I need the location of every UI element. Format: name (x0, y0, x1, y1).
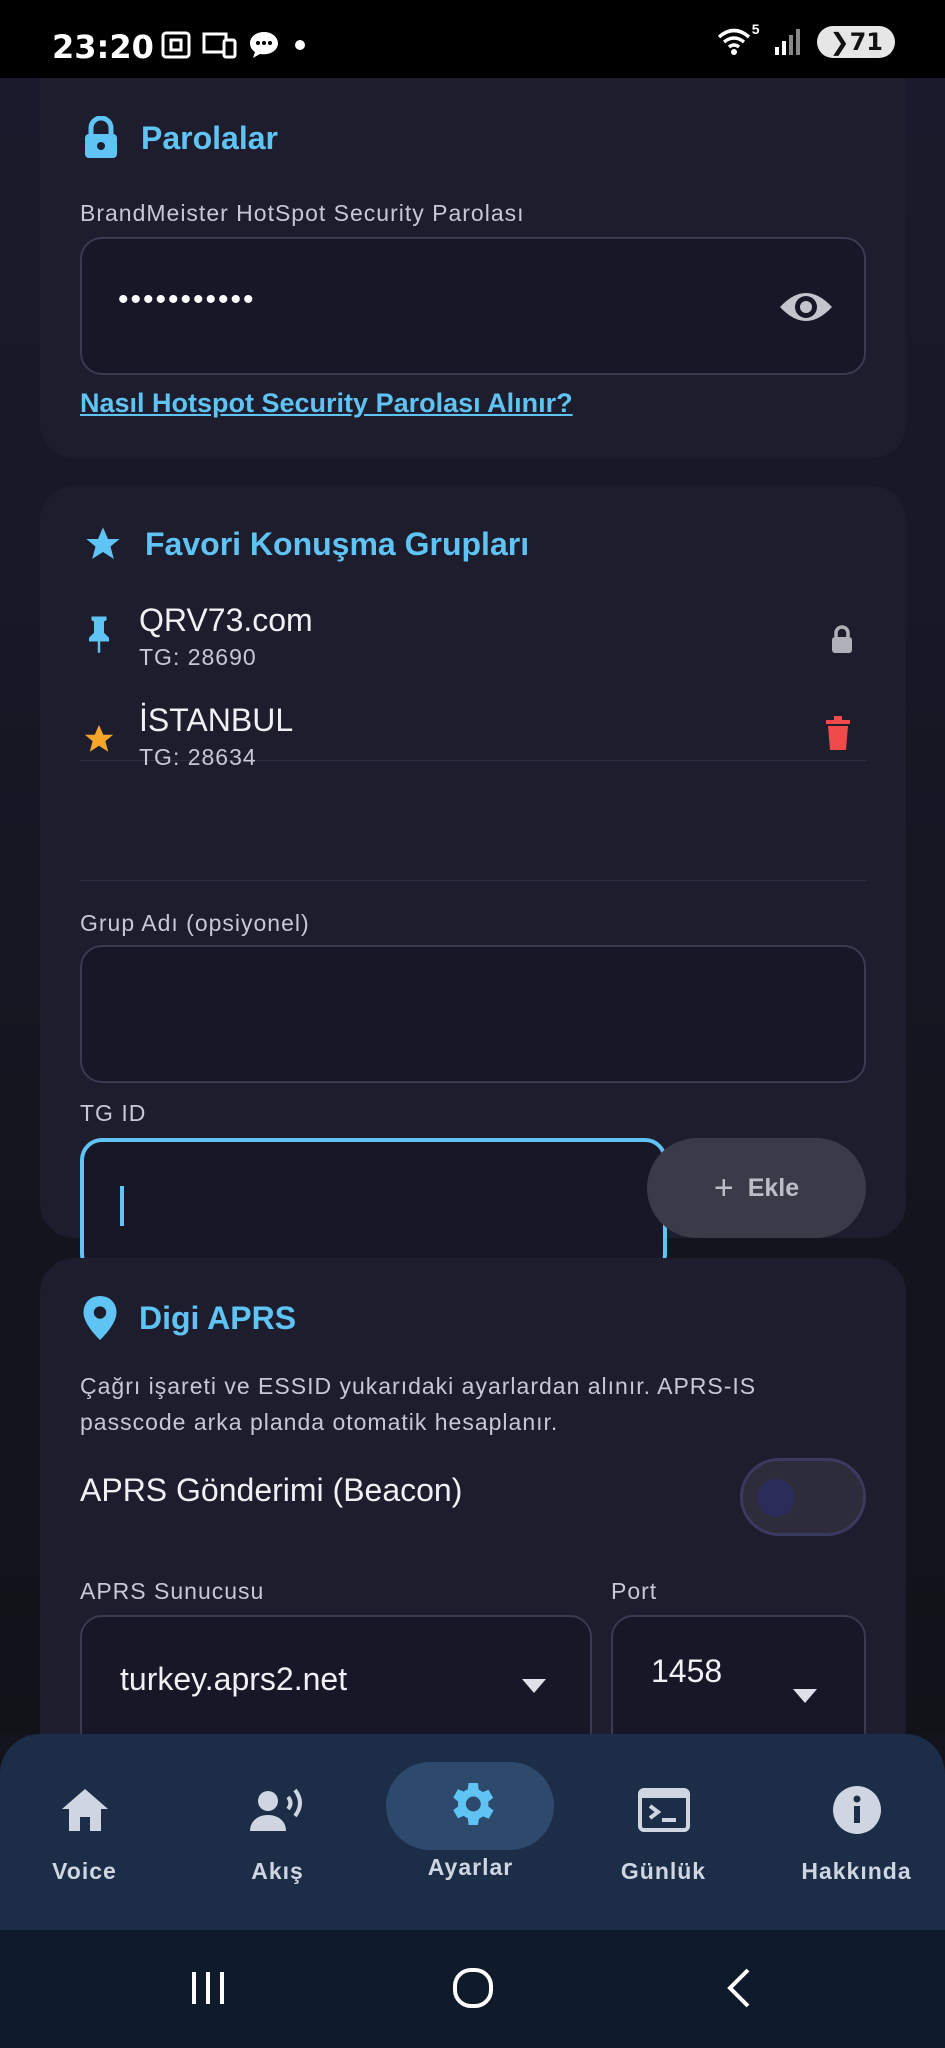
lock-icon (832, 625, 852, 653)
status-system-icons: 5 ❯71 (717, 21, 895, 58)
lock-icon (85, 116, 117, 158)
status-bar: 23:20 5 ❯71 (0, 0, 945, 78)
nav-akis-label: Akış (251, 1858, 304, 1884)
talkgroup-name: İSTANBUL (139, 702, 294, 738)
nav-akis[interactable]: Akış (183, 1734, 372, 1930)
chevron-down-icon (522, 1679, 546, 1693)
nav-gunluk-label: Günlük (620, 1858, 707, 1884)
nav-ayarlar[interactable]: Ayarlar (376, 1734, 565, 1930)
settings-scroll-area[interactable]: Parolalar BrandMeister HotSpot Security … (0, 78, 945, 1734)
voice-activity-icon (249, 1788, 302, 1831)
aprs-header: Digi APRS (83, 1296, 296, 1340)
home-icon (61, 1789, 108, 1831)
bottom-navigation: Voice Akış Ayarlar Günlük Hakkında (0, 1734, 945, 1930)
beacon-label: APRS Gönderimi (Beacon) (80, 1472, 463, 1508)
talkgroup-row[interactable]: İSTANBUL TG: 28634 (80, 692, 866, 792)
status-time: 23:20 (52, 28, 154, 66)
terminal-icon (637, 1788, 690, 1832)
nav-gunluk[interactable]: Günlük (569, 1734, 758, 1930)
chevron-down-icon (793, 1689, 817, 1703)
devices-icon (202, 32, 237, 59)
text-cursor (120, 1186, 124, 1226)
port-label: Port (611, 1578, 658, 1604)
aprs-server-select[interactable]: turkey.aprs2.net (80, 1615, 592, 1734)
aprs-server-value: turkey.aprs2.net (120, 1661, 348, 1697)
gear-icon (452, 1783, 493, 1825)
signal-icon (775, 29, 801, 55)
talkgroup-name: QRV73.com (139, 602, 313, 638)
favorites-title: Favori Konuşma Grupları (145, 525, 530, 562)
location-pin-icon (83, 1296, 117, 1340)
nav-hakkinda[interactable]: Hakkında (762, 1734, 945, 1930)
system-navigation-bar (0, 1930, 945, 2048)
back-icon[interactable] (724, 1966, 754, 2010)
battery-icon: ❯ (829, 28, 850, 56)
security-password-value: ••••••••••• (118, 283, 256, 316)
info-icon (832, 1786, 881, 1834)
trash-icon[interactable] (824, 716, 852, 752)
security-password-field[interactable]: ••••••••••• (80, 237, 866, 375)
aprs-server-label: APRS Sunucusu (80, 1578, 265, 1604)
port-value: 1458 (651, 1653, 723, 1689)
talkgroup-row[interactable]: QRV73.com TG: 28690 (80, 592, 866, 692)
group-name-label: Grup Adı (opsiyonel) (80, 910, 310, 936)
star-icon (84, 724, 114, 752)
home-button-icon[interactable] (451, 1966, 495, 2010)
tg-id-input[interactable] (80, 1138, 667, 1276)
group-name-input[interactable] (80, 945, 866, 1083)
talkgroup-id: TG: 28690 (139, 644, 257, 670)
aprs-card: Digi APRS Çağrı işareti ve ESSID yukarıd… (40, 1258, 906, 1734)
hotspot-password-help-link[interactable]: Nasıl Hotspot Security Parolası Alınır? (80, 388, 573, 419)
talkgroup-id: TG: 28634 (139, 744, 257, 770)
toggle-knob (757, 1479, 795, 1517)
dot-icon (295, 40, 305, 50)
row-divider (80, 880, 866, 881)
screenshot-icon (161, 31, 191, 59)
recent-apps-icon[interactable] (188, 1968, 228, 2008)
tg-id-label: TG ID (80, 1100, 147, 1126)
battery-indicator: ❯71 (817, 26, 895, 58)
chat-icon (250, 32, 278, 58)
nav-ayarlar-label: Ayarlar (427, 1854, 514, 1880)
add-button-label: Ekle (747, 1173, 800, 1202)
wifi-icon: 5 (717, 21, 759, 57)
eye-icon[interactable] (778, 287, 834, 327)
plus-icon: + (713, 1168, 734, 1207)
favorites-header: Favori Konuşma Grupları (83, 524, 529, 564)
aprs-title: Digi APRS (139, 1299, 297, 1336)
nav-voice-label: Voice (52, 1858, 117, 1884)
status-notification-icons (160, 30, 310, 60)
passwords-header: Parolalar (83, 116, 278, 160)
beacon-toggle[interactable] (740, 1458, 866, 1536)
port-select[interactable]: 1458 (611, 1615, 866, 1734)
add-talkgroup-button[interactable]: + Ekle (647, 1138, 866, 1238)
aprs-description: Çağrı işareti ve ESSID yukarıdaki ayarla… (80, 1373, 757, 1435)
nav-voice[interactable]: Voice (0, 1734, 179, 1930)
wifi-badge: 5 (751, 21, 760, 37)
favorites-card: Favori Konuşma Grupları QRV73.com TG: 28… (40, 486, 906, 1276)
nav-hakkinda-label: Hakkında (801, 1858, 912, 1884)
pin-icon (89, 616, 109, 653)
star-icon (86, 527, 120, 559)
security-password-label: BrandMeister HotSpot Security Parolası (80, 200, 525, 226)
passwords-card: Parolalar BrandMeister HotSpot Security … (40, 78, 906, 458)
passwords-title: Parolalar (141, 119, 278, 156)
